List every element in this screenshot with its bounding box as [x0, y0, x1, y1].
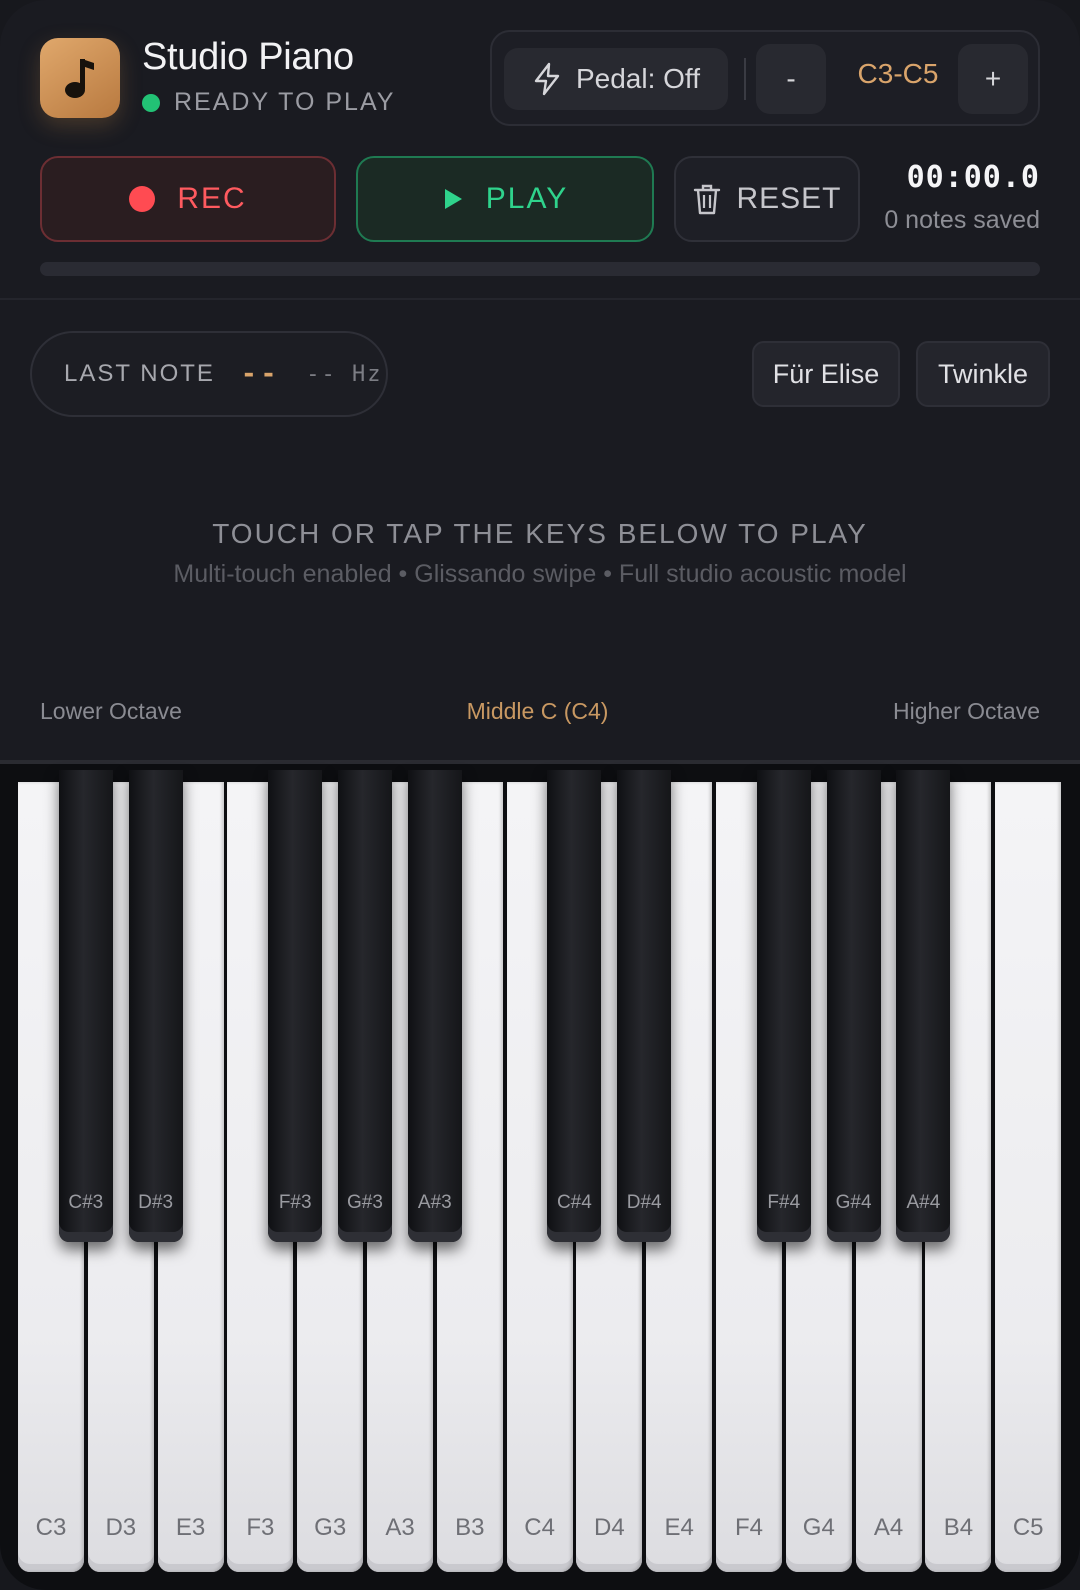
higher-octave-label: Higher Octave — [892, 698, 1040, 724]
octave-range-display: C3-C5 — [857, 58, 939, 89]
pedal-toggle-button[interactable]: Pedal: Off — [504, 48, 728, 110]
key-label: G4 — [802, 1514, 835, 1541]
key-label: A#3 — [417, 1192, 452, 1213]
key-label: G3 — [314, 1514, 347, 1541]
last-note-value: -- — [240, 359, 281, 389]
section-divider — [0, 298, 1080, 300]
record-label: REC — [177, 182, 247, 215]
key-label: B3 — [455, 1514, 485, 1541]
app-title: Studio Piano — [142, 36, 354, 78]
key-label: A3 — [385, 1514, 415, 1541]
key-label: A#4 — [906, 1192, 941, 1213]
key-label: F#3 — [278, 1192, 312, 1213]
key-label: E3 — [175, 1514, 206, 1541]
black-key-f-sharp3[interactable]: F#3 — [268, 770, 323, 1242]
status-indicator: READY TO PLAY — [142, 88, 395, 117]
trash-icon — [694, 184, 721, 215]
key-label: D3 — [105, 1514, 137, 1541]
pedal-label: Pedal: Off — [575, 63, 700, 94]
notes-saved-count: 0 notes saved — [884, 206, 1040, 234]
black-key-d-sharp4[interactable]: D#4 — [617, 770, 672, 1242]
key-label: D#4 — [626, 1192, 662, 1213]
song-twinkle-button[interactable]: Twinkle — [916, 341, 1050, 407]
record-dot-icon — [129, 186, 156, 212]
black-key-g-sharp3[interactable]: G#3 — [338, 770, 392, 1242]
timer-display: 00:00.0 — [906, 160, 1040, 195]
control-panel: Pedal: Off - C3-C5 + — [490, 30, 1040, 126]
key-label: C4 — [524, 1514, 555, 1541]
key-label: F#4 — [767, 1192, 801, 1213]
play-icon — [444, 189, 462, 209]
black-key-a-sharp3[interactable]: A#3 — [407, 770, 462, 1242]
key-label: B4 — [943, 1514, 974, 1541]
key-label: E4 — [664, 1514, 694, 1541]
key-label: F4 — [734, 1514, 763, 1541]
status-dot — [142, 93, 160, 112]
black-key-a-sharp4[interactable]: A#4 — [896, 770, 951, 1242]
play-label: PLAY — [485, 182, 569, 215]
key-label: C#4 — [556, 1192, 592, 1213]
black-key-c-sharp4[interactable]: C#4 — [547, 770, 602, 1242]
black-key-f-sharp4[interactable]: F#4 — [756, 770, 811, 1242]
black-key-c-sharp3[interactable]: C#3 — [58, 770, 113, 1242]
black-key-d-sharp3[interactable]: D#3 — [128, 770, 183, 1242]
control-divider — [744, 58, 746, 100]
lightning-icon — [534, 62, 560, 96]
play-hint-subtitle: Multi-touch enabled • Glissando swipe • … — [173, 560, 907, 588]
play-hint-title: TOUCH OR TAP THE KEYS BELOW TO PLAY — [212, 518, 868, 549]
piano-keyboard: C3 D3 E3 F3 G3 A3 B3 C4 D4 E4 F4 G4 A4 B4 C5 C#3 D#3 F#3 G… — [0, 760, 1080, 1590]
music-note-icon — [40, 38, 120, 118]
last-note-label: LAST NOTE — [64, 360, 215, 387]
key-label: D4 — [594, 1514, 625, 1541]
key-label: C3 — [35, 1514, 67, 1541]
status-text: READY TO PLAY — [174, 88, 396, 116]
octave-increase-button[interactable]: + — [958, 44, 1028, 114]
black-key-g-sharp4[interactable]: G#4 — [826, 770, 881, 1242]
key-label: G#3 — [347, 1192, 383, 1213]
play-button[interactable]: PLAY — [356, 156, 654, 242]
key-label: C5 — [1012, 1514, 1044, 1541]
playback-progress-bar — [40, 262, 1040, 276]
reset-label: RESET — [736, 182, 842, 215]
white-key-c5[interactable]: C5 — [995, 782, 1062, 1572]
key-label: D#3 — [138, 1192, 174, 1213]
record-button[interactable]: REC — [40, 156, 336, 242]
key-label: A4 — [873, 1514, 904, 1541]
reset-button[interactable]: RESET — [674, 156, 860, 242]
key-label: G#4 — [835, 1192, 872, 1213]
key-label: F3 — [246, 1514, 275, 1541]
octave-decrease-button[interactable]: - — [756, 44, 826, 114]
last-note-frequency: -- Hz — [306, 361, 383, 387]
key-label: C#3 — [68, 1192, 104, 1213]
piano-app: Studio Piano READY TO PLAY Pedal: Off - … — [0, 0, 1080, 1590]
last-note-display: LAST NOTE -- -- Hz — [30, 331, 388, 417]
song-fur-elise-button[interactable]: Für Elise — [752, 341, 900, 407]
